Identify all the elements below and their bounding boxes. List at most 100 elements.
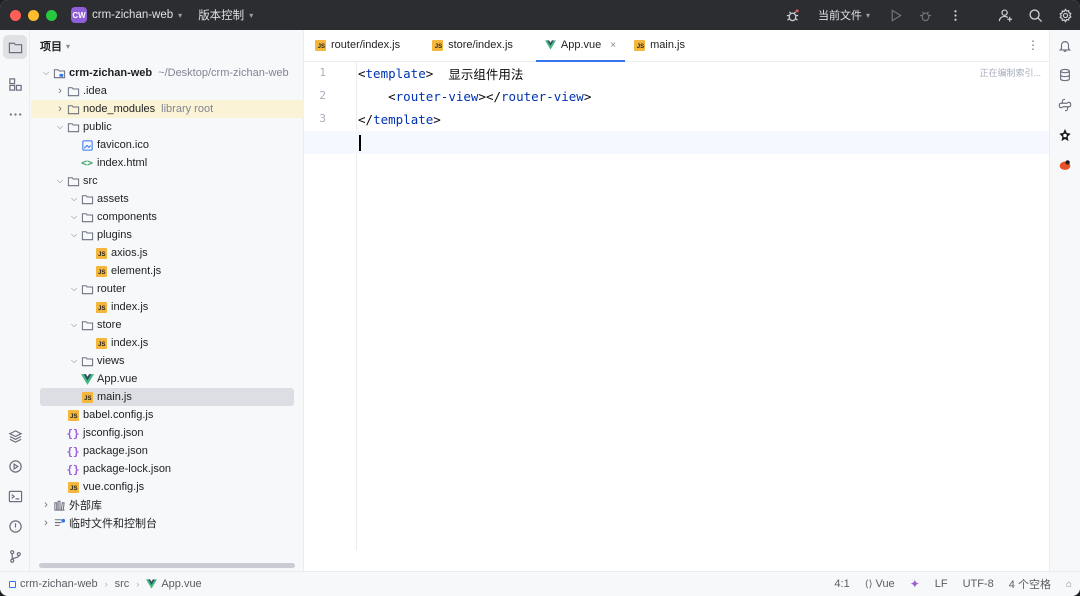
- tree-item[interactable]: ⌵ components: [31, 208, 304, 226]
- tree-item-label: crm-zichan-web: [69, 67, 153, 79]
- debug-icon[interactable]: [910, 0, 940, 30]
- caret-position[interactable]: 4:1: [834, 578, 849, 590]
- tree-item[interactable]: {} package-lock.json: [31, 460, 304, 478]
- right-tool-stripe: [1049, 30, 1080, 571]
- editor-tab[interactable]: App.vue ×: [535, 29, 626, 62]
- tree-item[interactable]: › node_modules library root: [31, 100, 304, 118]
- search-icon[interactable]: [1020, 0, 1050, 30]
- chevron-down-icon[interactable]: ⌵: [68, 356, 80, 366]
- editor-tab[interactable]: JS store/index.js: [423, 29, 522, 61]
- notifications-bell-icon[interactable]: [1057, 38, 1073, 54]
- editor-tab[interactable]: JS main.js: [625, 29, 694, 61]
- chevron-right-icon[interactable]: ›: [40, 517, 52, 529]
- layers-icon[interactable]: [3, 424, 27, 448]
- problems-icon[interactable]: [3, 514, 27, 538]
- ai-assistant-icon[interactable]: ✦: [910, 577, 920, 591]
- editor-tabs: JS router/index.js JS store/index.js App.vue…: [304, 30, 1049, 62]
- tree-item[interactable]: App.vue: [31, 370, 304, 388]
- zoom-window-button[interactable]: [46, 9, 57, 21]
- database-icon[interactable]: [1057, 67, 1073, 83]
- js-file-icon: JS: [315, 39, 326, 51]
- code-area[interactable]: < template > 显示组件用法 < router-view ></router-…: [304, 62, 1049, 550]
- tree-item[interactable]: ⌵ views: [31, 352, 304, 370]
- tree-item[interactable]: › 外部库: [31, 496, 304, 514]
- chevron-down-icon[interactable]: ⌵: [68, 284, 80, 294]
- bug-icon[interactable]: [778, 0, 808, 30]
- tree-item[interactable]: JS main.js: [40, 388, 294, 406]
- editor-tab[interactable]: JS router/index.js: [306, 29, 409, 61]
- module-folder-icon: [52, 66, 66, 80]
- close-window-button[interactable]: [10, 9, 21, 21]
- code-line[interactable]: < router-view ></router-view >: [358, 85, 1049, 108]
- tree-item[interactable]: JS vue.config.js: [31, 478, 304, 496]
- tree-item[interactable]: JS index.js: [31, 334, 304, 352]
- indent-settings[interactable]: 4 个空格: [1009, 576, 1051, 592]
- line-separator[interactable]: LF: [935, 578, 948, 590]
- language-widget[interactable]: ⟨⟩ Vue: [865, 578, 895, 590]
- vcs-menu[interactable]: 版本控制: [198, 7, 244, 23]
- tree-item[interactable]: JS index.js: [31, 298, 304, 316]
- tree-item[interactable]: JS element.js: [31, 262, 304, 280]
- project-name[interactable]: crm-zichan-web: [92, 9, 173, 21]
- chevron-right-icon[interactable]: ›: [54, 103, 66, 115]
- vue-file-icon: [146, 579, 158, 589]
- project-panel-header[interactable]: 项目 ▾: [31, 30, 303, 62]
- tree-item[interactable]: {} jsconfig.json: [31, 424, 304, 442]
- close-icon[interactable]: ×: [610, 40, 616, 51]
- breadcrumb-item[interactable]: crm-zichan-web: [20, 578, 98, 590]
- chevron-down-icon[interactable]: ⌵: [68, 194, 80, 204]
- git-branch-icon[interactable]: [3, 544, 27, 568]
- tree-item-label: vue.config.js: [83, 481, 145, 493]
- chevron-down-icon[interactable]: ▾: [178, 11, 182, 20]
- horizontal-scrollbar[interactable]: [39, 563, 295, 568]
- chevron-down-icon[interactable]: ⌵: [40, 68, 52, 78]
- plugin-icon[interactable]: [1057, 157, 1073, 173]
- chevron-down-icon[interactable]: ⌵: [54, 176, 66, 186]
- file-encoding[interactable]: UTF-8: [963, 578, 994, 590]
- tree-item[interactable]: › .idea: [31, 82, 304, 100]
- gear-icon[interactable]: [1050, 0, 1080, 30]
- run-config-selector[interactable]: 当前文件 ▾: [808, 7, 880, 23]
- tree-item[interactable]: ⌵ crm-zichan-web ~/Desktop/crm-zichan-web: [31, 64, 304, 82]
- tree-item[interactable]: ⌵ assets: [31, 190, 304, 208]
- structure-icon[interactable]: [3, 72, 27, 96]
- ai-assistant-icon[interactable]: [1057, 127, 1073, 143]
- tree-item[interactable]: ⌵ src: [31, 172, 304, 190]
- tree-item[interactable]: <> index.html: [31, 154, 304, 172]
- terminal-icon[interactable]: [3, 484, 27, 508]
- tree-item[interactable]: › 临时文件和控制台: [31, 514, 304, 532]
- add-user-icon[interactable]: [990, 0, 1020, 30]
- more-vertical-icon[interactable]: [940, 0, 970, 30]
- project-folder-icon[interactable]: [3, 35, 27, 59]
- python-icon[interactable]: [1057, 97, 1073, 113]
- code-line[interactable]: </template >: [358, 108, 1049, 131]
- chevron-down-icon[interactable]: ▾: [249, 11, 253, 20]
- chevron-down-icon[interactable]: ⌵: [68, 320, 80, 330]
- chevron-down-icon[interactable]: ⌵: [68, 230, 80, 240]
- tree-item[interactable]: ⌵ plugins: [31, 226, 304, 244]
- tree-item[interactable]: ⌵ router: [31, 280, 304, 298]
- chevron-right-icon[interactable]: ›: [54, 85, 66, 97]
- chevron-down-icon[interactable]: ⌵: [54, 122, 66, 132]
- tree-item[interactable]: JS babel.config.js: [31, 406, 304, 424]
- breadcrumb-item[interactable]: src: [115, 578, 130, 590]
- current-line[interactable]: [304, 131, 1049, 154]
- more-vertical-icon[interactable]: ⋮: [1027, 38, 1039, 52]
- chevron-down-icon: ▾: [66, 41, 71, 51]
- tree-item[interactable]: favicon.ico: [31, 136, 304, 154]
- minimize-window-button[interactable]: [28, 9, 39, 21]
- run-icon[interactable]: [880, 0, 910, 30]
- chevron-down-icon[interactable]: ⌵: [68, 212, 80, 222]
- lock-icon[interactable]: ⌂: [1066, 579, 1072, 590]
- project-badge[interactable]: CW: [71, 7, 87, 23]
- services-icon[interactable]: [3, 454, 27, 478]
- tree-item[interactable]: JS axios.js: [31, 244, 304, 262]
- breadcrumb-item[interactable]: App.vue: [161, 578, 201, 590]
- run-config-label: 当前文件: [817, 10, 862, 22]
- more-horizontal-icon[interactable]: [3, 102, 27, 126]
- tree-item[interactable]: ⌵ store: [31, 316, 304, 334]
- chevron-right-icon[interactable]: ›: [40, 499, 52, 511]
- tree-item[interactable]: {} package.json: [31, 442, 304, 460]
- tree-item[interactable]: ⌵ public: [31, 118, 304, 136]
- code-line[interactable]: < template > 显示组件用法: [358, 62, 1049, 85]
